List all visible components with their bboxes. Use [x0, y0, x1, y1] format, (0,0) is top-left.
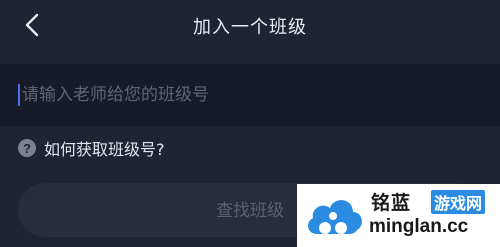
- cloud-logo-icon: [308, 200, 362, 234]
- question-circle-icon: ?: [18, 139, 36, 157]
- page-title: 加入一个班级: [193, 17, 307, 38]
- watermark-url: minglan.cc: [369, 216, 469, 237]
- class-code-input[interactable]: [18, 82, 482, 108]
- help-link[interactable]: ? 如何获取班级号?: [18, 136, 165, 160]
- watermark-brand: 铭蓝: [371, 192, 412, 214]
- watermark-tag: 游戏网: [431, 190, 486, 214]
- top-bar: 加入一个班级: [0, 0, 500, 52]
- help-link-label: 如何获取班级号?: [44, 140, 165, 159]
- text-caret: [18, 84, 20, 106]
- class-code-input-area: [0, 64, 500, 126]
- watermark-logo: 铭蓝 游戏网 minglan.cc: [297, 184, 500, 247]
